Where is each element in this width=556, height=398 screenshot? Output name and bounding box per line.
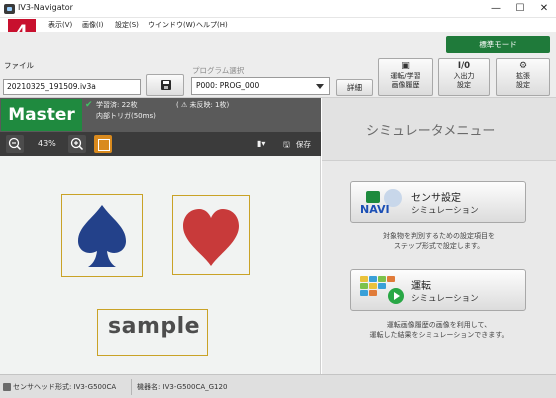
- io-settings-label-2: 入出力: [453, 72, 475, 80]
- spade-icon: [78, 205, 126, 267]
- sensor-desc-line-1: 対象物を判別するための設定項目を: [383, 232, 495, 240]
- io-settings-label-3: 設定: [457, 81, 471, 89]
- master-badge: Master: [1, 99, 82, 131]
- run-desc-line-2: 運転した結果をシミュレーションできます。: [369, 331, 509, 339]
- spade-roi[interactable]: [61, 194, 143, 277]
- camera-image[interactable]: sample: [0, 156, 321, 374]
- run-sublabel: シミュレーション: [411, 294, 479, 304]
- detail-button[interactable]: 詳細: [336, 79, 373, 96]
- fit-to-window-button[interactable]: [94, 135, 112, 153]
- menu-view[interactable]: 表示(V): [48, 20, 72, 30]
- heart-icon: [183, 209, 239, 266]
- learned-count: 学習済: 22枚: [96, 101, 138, 109]
- history-button-label-1: 運転/学習: [390, 72, 421, 80]
- grid-cell: [360, 290, 368, 296]
- history-icon: ▣: [401, 61, 410, 71]
- save-image-button[interactable]: 保存: [296, 139, 311, 150]
- grid-cell: [360, 276, 368, 282]
- chevron-down-icon: [316, 84, 324, 89]
- simulator-menu-title: シミュレータメニュー: [366, 124, 496, 139]
- menu-help[interactable]: ヘルプ(H): [196, 20, 228, 30]
- title-bar: IV3-Navigator — ☐ ✕: [0, 0, 556, 18]
- heart-roi[interactable]: [172, 195, 250, 275]
- trigger-info: 内部トリガ(50ms): [96, 112, 156, 120]
- minimize-button[interactable]: —: [484, 0, 508, 18]
- grid-cell: [369, 283, 377, 289]
- heart-shape: [183, 209, 239, 266]
- sensor-setting-simulation-button[interactable]: NAVI センサ設定 シミュレーション: [350, 181, 526, 223]
- text-roi[interactable]: sample: [97, 309, 208, 356]
- menu-window[interactable]: ウインドウ(W): [148, 20, 195, 30]
- status-divider: [131, 379, 132, 395]
- grid-cell: [369, 290, 377, 296]
- run-description: 運転画像履歴の画像を利用して、 運転した結果をシミュレーションできます。: [322, 320, 556, 340]
- gear-icon: ⚙: [518, 61, 528, 71]
- grid-cell: [387, 276, 395, 282]
- sensor-setting-description: 対象物を判別するための設定項目を ステップ形式で設定します。: [322, 231, 556, 251]
- sensor-desc-line-2: ステップ形式で設定します。: [393, 242, 485, 250]
- window-title: IV3-Navigator: [18, 3, 73, 12]
- zoom-in-button[interactable]: [68, 135, 86, 153]
- io-settings-label-1: I/0: [457, 61, 471, 71]
- toolbar: 標準モード ファイル 20210325_191509.iv3a プログラム選択 …: [0, 32, 556, 98]
- check-icon: ✔: [85, 100, 93, 110]
- zoom-out-icon: [8, 137, 22, 151]
- sensor-navi-icon: NAVI: [360, 189, 404, 217]
- camera-shape: [366, 191, 380, 203]
- unreflected-count: ( ⚠ 未反映: 1枚): [176, 101, 230, 109]
- status-bar: センサヘッド形式: IV3-G500CA 機器名: IV3-G500CA_G12…: [0, 374, 556, 398]
- history-button-label-2: 画像履歴: [391, 81, 420, 89]
- sensor-head-icon: [3, 383, 11, 391]
- extension-settings-label-1: 拡張: [516, 72, 530, 80]
- program-select-value: P000: PROG_000: [196, 81, 260, 90]
- program-select[interactable]: P000: PROG_000: [191, 77, 330, 95]
- run-simulation-button[interactable]: 運転 シミュレーション: [350, 269, 526, 311]
- master-info-panel: Master ✔ 学習済: 22枚 内部トリガ(50ms) ( ⚠ 未反映: 1…: [0, 98, 321, 132]
- io-settings-button[interactable]: I/0 入出力 設定: [438, 58, 490, 96]
- extension-settings-button[interactable]: ⚙ 拡張 設定: [496, 58, 550, 96]
- play-icon: [388, 288, 404, 304]
- device-model: 機器名: IV3-G500CA_G120: [137, 383, 228, 391]
- image-toolbar: 43% ▮▾ 🖫 保存: [0, 132, 321, 156]
- spade-shape: [78, 205, 126, 267]
- grid-cell: [378, 276, 386, 282]
- run-desc-line-1: 運転画像履歴の画像を利用して、: [386, 321, 492, 329]
- sample-text: sample: [108, 314, 201, 339]
- menu-settings[interactable]: 設定(S): [115, 20, 139, 30]
- sensor-setting-label: センサ設定: [411, 193, 461, 204]
- run-history-icon: [360, 276, 404, 306]
- menu-bar: 表示(V) 画像(I) 設定(S) ウインドウ(W) ヘルプ(H): [0, 18, 556, 32]
- zoom-level: 43%: [38, 139, 56, 148]
- view-options-icon[interactable]: ▮▾: [257, 139, 265, 148]
- file-label: ファイル: [4, 61, 34, 70]
- run-label: 運転: [411, 281, 431, 292]
- grid-cell: [369, 276, 377, 282]
- close-button[interactable]: ✕: [532, 0, 556, 18]
- app-icon: [4, 4, 15, 14]
- history-button[interactable]: ▣ 運転/学習 画像履歴: [378, 58, 433, 96]
- extension-settings-label-2: 設定: [516, 81, 530, 89]
- standard-mode-button[interactable]: 標準モード: [446, 36, 550, 53]
- save-image-icon[interactable]: 🖫: [283, 139, 290, 153]
- file-field[interactable]: 20210325_191509.iv3a: [3, 79, 141, 95]
- grid-cell: [360, 283, 368, 289]
- navi-label: NAVI: [360, 203, 390, 216]
- simulator-panel: シミュレータメニュー NAVI センサ設定 シミュレーション 対象物を判別するた…: [322, 98, 556, 374]
- sensor-setting-sublabel: シミュレーション: [411, 206, 479, 216]
- zoom-in-icon: [70, 137, 84, 151]
- menu-image[interactable]: 画像(I): [82, 20, 104, 30]
- floppy-disk-icon: [161, 80, 171, 90]
- program-select-label: プログラム選択: [192, 66, 245, 75]
- grid-cell: [378, 283, 386, 289]
- zoom-out-button[interactable]: [6, 135, 24, 153]
- maximize-button[interactable]: ☐: [508, 0, 532, 18]
- simulator-header: シミュレータメニュー: [322, 98, 556, 161]
- sensor-head-type: センサヘッド形式: IV3-G500CA: [13, 383, 117, 391]
- save-file-button[interactable]: [146, 74, 184, 96]
